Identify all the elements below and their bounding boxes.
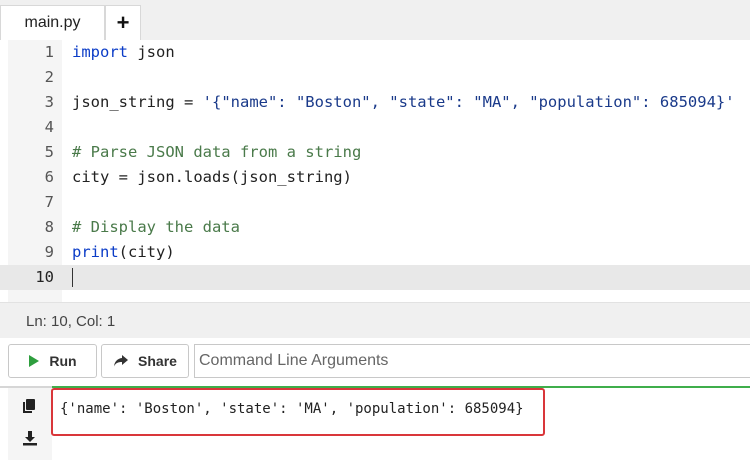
- code-line[interactable]: 2: [0, 65, 750, 90]
- code-text: print(city): [72, 240, 175, 265]
- command-line-args-input[interactable]: [194, 344, 750, 378]
- code-text: json_string = '{"name": "Boston", "state…: [72, 90, 735, 115]
- line-number: 4: [44, 118, 54, 136]
- share-label: Share: [138, 353, 177, 369]
- line-number: 1: [44, 43, 54, 61]
- code-line[interactable]: 9 print(city): [0, 240, 750, 265]
- code-text: import json: [72, 40, 175, 65]
- line-number: 6: [44, 168, 54, 186]
- output-sidebar: [8, 388, 52, 460]
- run-toolbar: Run Share: [0, 338, 750, 386]
- share-button[interactable]: Share: [101, 344, 189, 378]
- code-line[interactable]: 6 city = json.loads(json_string): [0, 165, 750, 190]
- code-line[interactable]: 8 # Display the data: [0, 215, 750, 240]
- line-number: 10: [35, 268, 54, 286]
- comment-token: # Display the data: [72, 218, 240, 236]
- plus-icon: +: [116, 10, 130, 35]
- code-line[interactable]: 3 json_string = '{"name": "Boston", "sta…: [0, 90, 750, 115]
- add-tab-button[interactable]: +: [105, 5, 141, 40]
- text-cursor: [72, 268, 73, 287]
- keyword-token: import: [72, 43, 128, 61]
- tab-bar: main.py +: [0, 0, 750, 40]
- play-icon: [29, 355, 40, 367]
- variable-token: json_string =: [72, 93, 203, 111]
- args-token: (city): [118, 243, 175, 261]
- code-line-active[interactable]: 10: [0, 265, 750, 290]
- status-bar: Ln: 10, Col: 1: [0, 302, 750, 338]
- line-number: 8: [44, 218, 54, 236]
- module-token: json: [128, 43, 175, 61]
- line-number: 7: [44, 193, 54, 211]
- code-editor[interactable]: 1 import json 2 3 json_string = '{"name"…: [0, 40, 750, 302]
- builtin-token: print: [72, 243, 119, 261]
- run-button[interactable]: Run: [8, 344, 97, 378]
- code-line[interactable]: 7: [0, 190, 750, 215]
- tab-label: main.py: [24, 14, 81, 31]
- run-label: Run: [49, 353, 77, 369]
- cursor-position: Ln: 10, Col: 1: [26, 313, 116, 330]
- output-highlight-box: [51, 388, 545, 436]
- line-number: 9: [44, 243, 54, 261]
- tab-main-py[interactable]: main.py: [0, 5, 105, 40]
- string-token: '{"name": "Boston", "state": "MA", "popu…: [202, 93, 735, 111]
- comment-token: # Parse JSON data from a string: [72, 143, 362, 161]
- line-number: 3: [44, 93, 54, 111]
- line-number: 5: [44, 143, 54, 161]
- line-number: 2: [44, 68, 54, 86]
- code-line[interactable]: 1 import json: [0, 40, 750, 65]
- share-arrow-icon: [114, 355, 129, 367]
- copy-icon[interactable]: [22, 398, 36, 419]
- download-icon[interactable]: [22, 430, 38, 451]
- code-text: city = json.loads(json_string): [72, 168, 352, 186]
- code-line[interactable]: 5 # Parse JSON data from a string: [0, 140, 750, 165]
- code-line[interactable]: 4: [0, 115, 750, 140]
